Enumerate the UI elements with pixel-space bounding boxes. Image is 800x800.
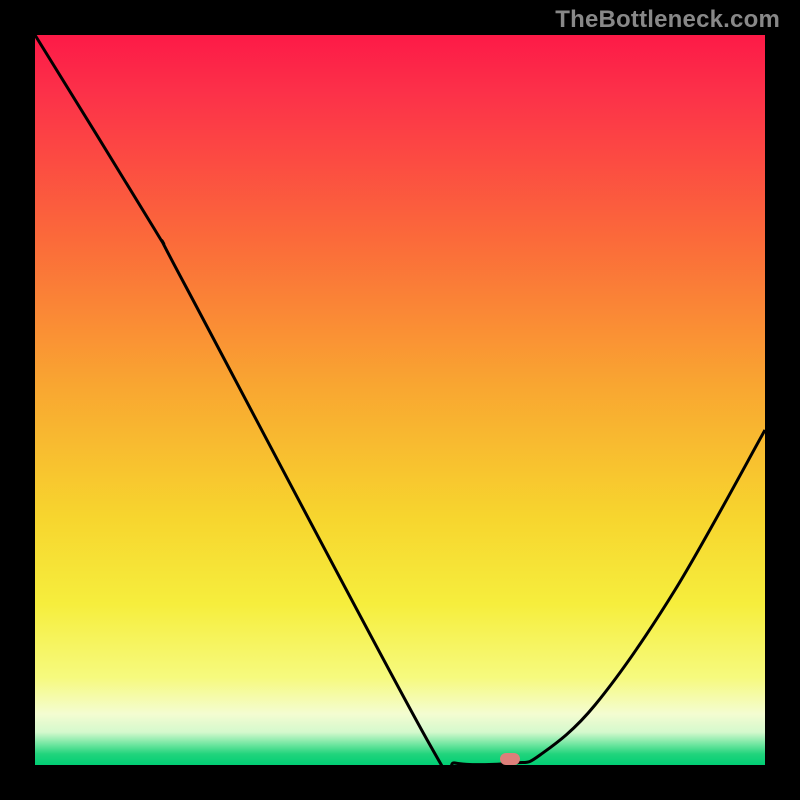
plot-area [35,35,765,765]
curve-line [35,35,765,785]
curve-svg [35,35,765,765]
chart-marker [500,753,520,765]
watermark-text: TheBottleneck.com [555,6,780,34]
chart-container: TheBottleneck.com [0,0,800,800]
